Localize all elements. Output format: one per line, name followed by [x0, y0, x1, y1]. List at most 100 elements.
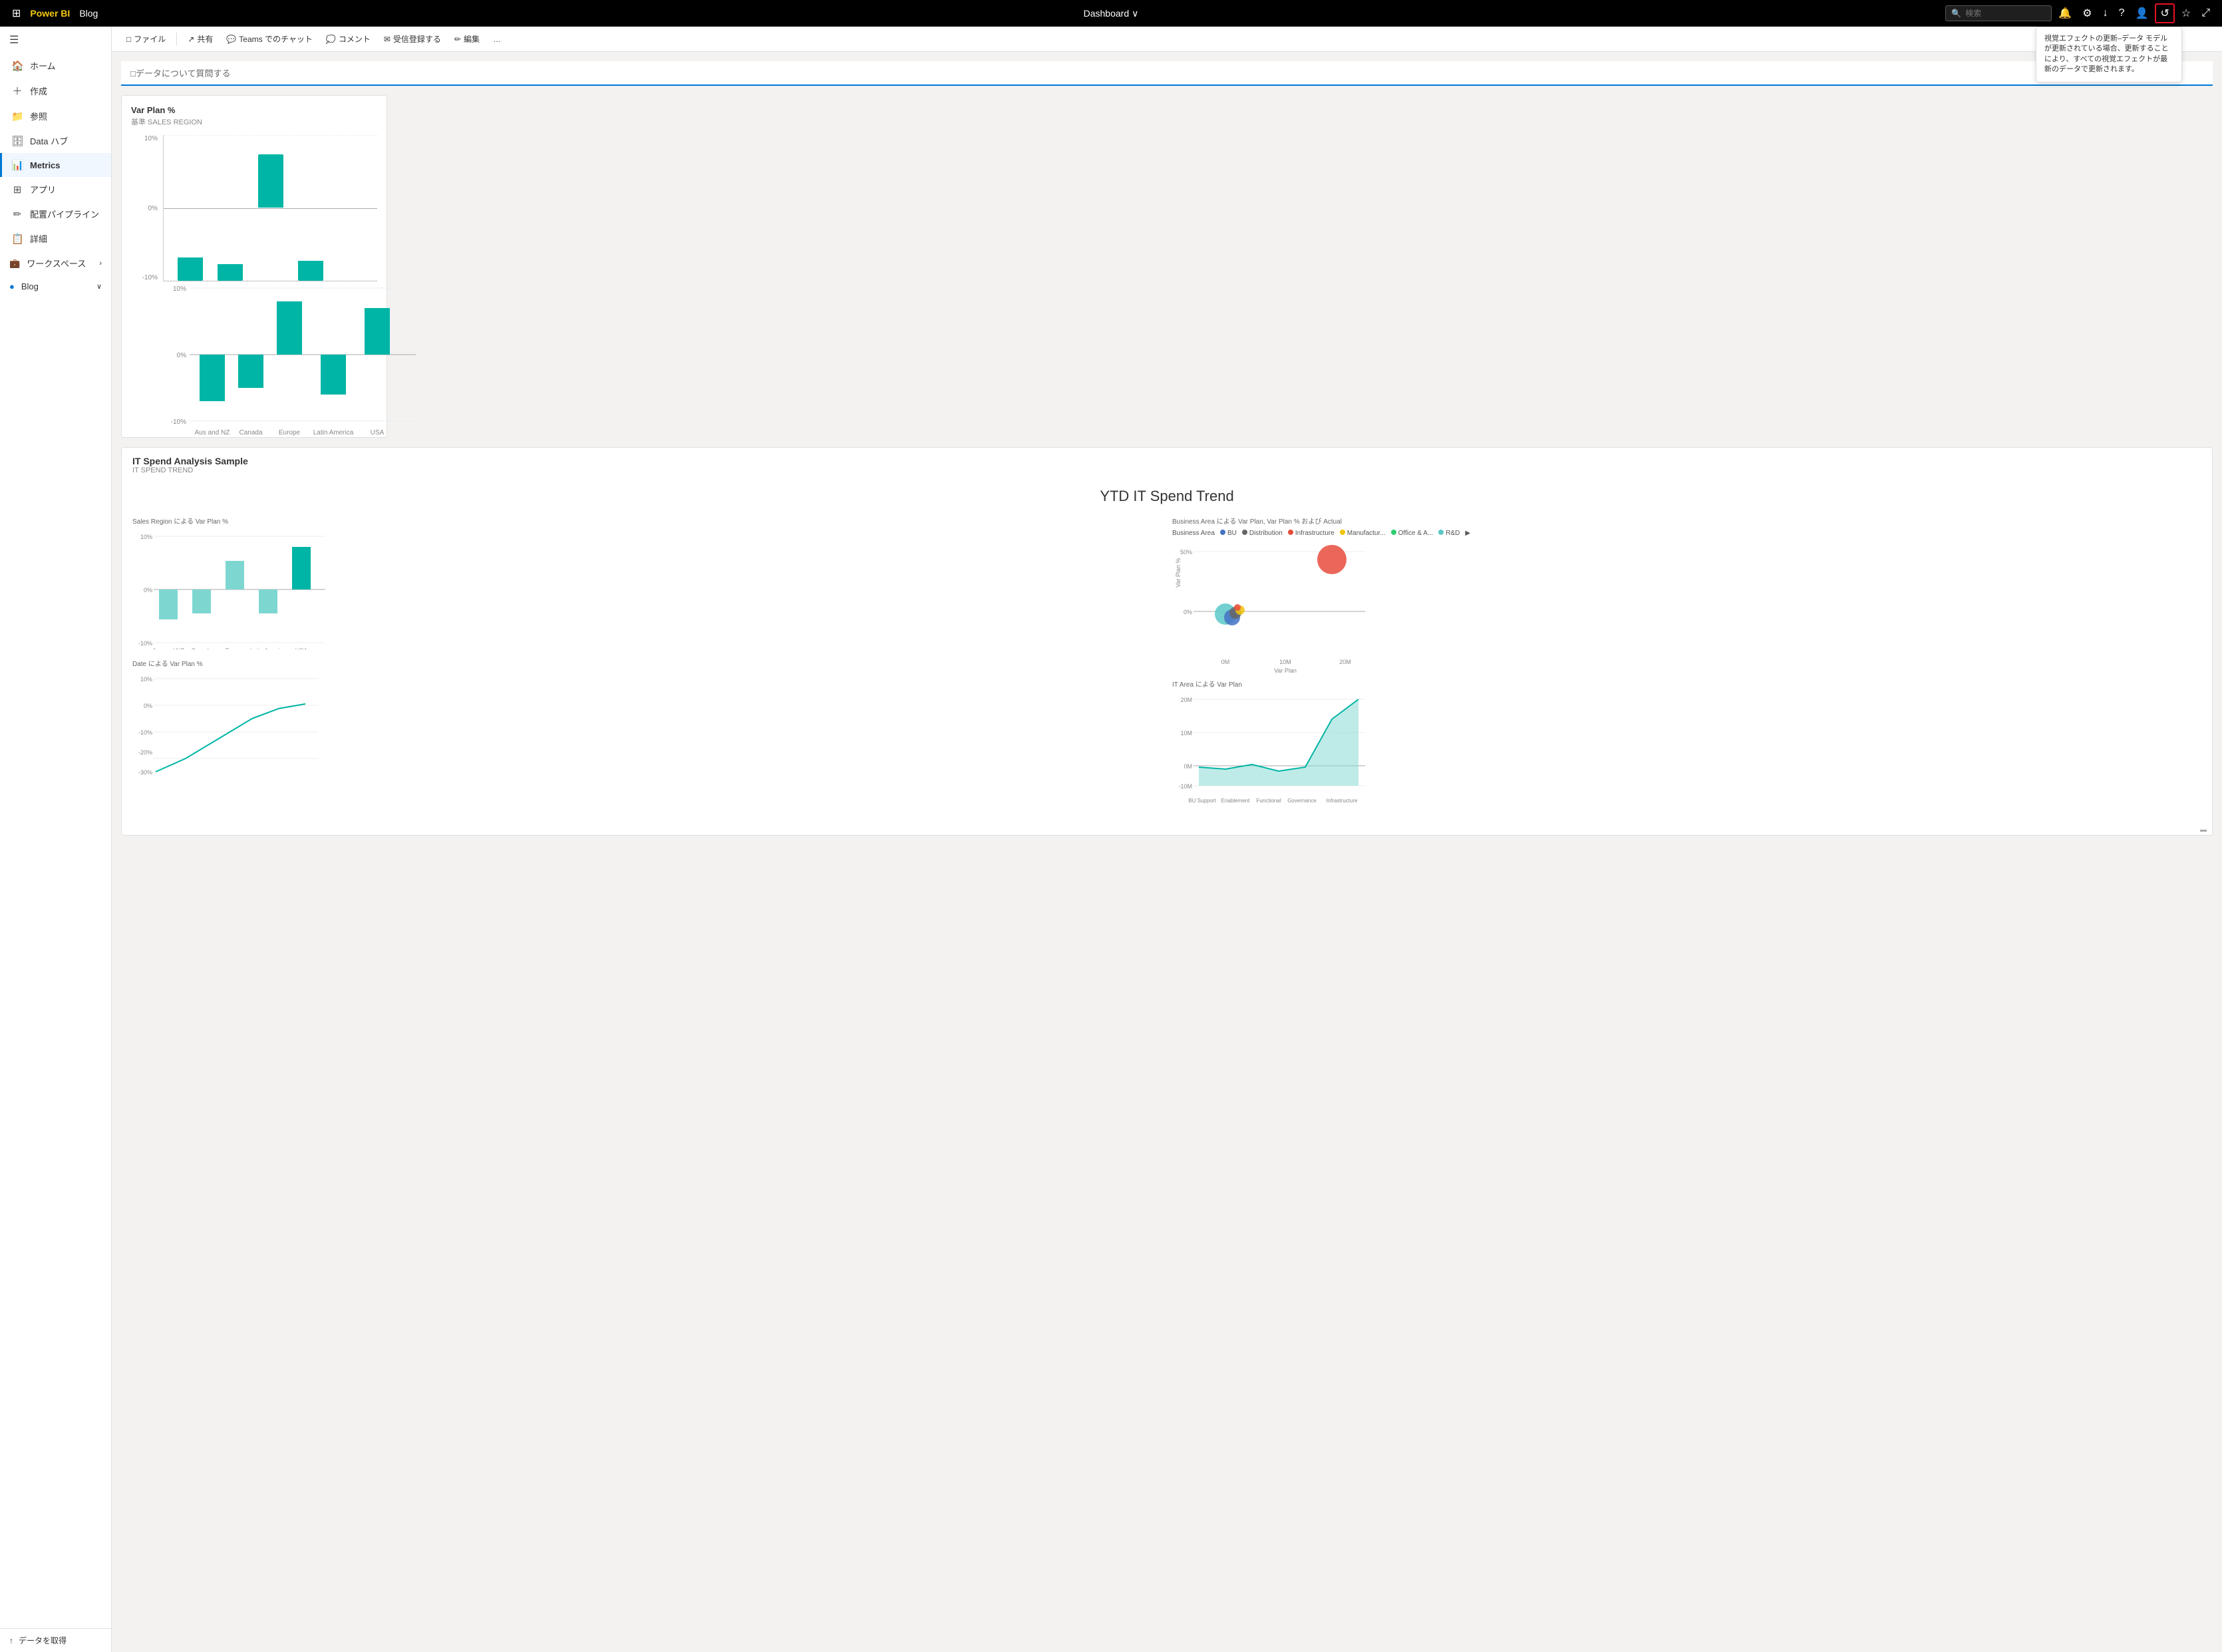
sidebar-item-pipelines[interactable]: ✏ 配置パイプライン — [0, 202, 111, 226]
workspace-left: 💼 ワークスペース — [9, 257, 86, 269]
gridline-top — [164, 135, 377, 136]
refresh-tooltip: 視覚エフェクトの更新–データ モデルが更新されている場合、更新することにより、す… — [2036, 27, 2182, 83]
svg-text:Functional: Functional — [1257, 798, 1281, 804]
sidebar-label-workspace: ワークスペース — [27, 257, 86, 269]
search-box[interactable]: 🔍 — [1945, 5, 2052, 21]
small-bar-svg: 10% 0% -10% — [132, 530, 1162, 649]
var-plan-svg: 10% 0% -10% — [163, 281, 377, 428]
comment-icon: 💭 — [326, 35, 336, 44]
svg-text:10%: 10% — [140, 676, 152, 683]
svg-text:USA: USA — [371, 429, 385, 436]
scatter-title: Business Area による Var Plan, Var Plan % お… — [1172, 516, 2201, 526]
bar-group-latam — [291, 238, 331, 281]
sidebar-label-blog: Blog — [21, 281, 39, 291]
get-data-button[interactable]: ↑ データを取得 — [0, 1629, 111, 1652]
zero-line — [164, 208, 377, 209]
blog-icon: ● — [9, 281, 15, 291]
bar-ausnz — [178, 257, 203, 281]
sidebar-label-metrics: Metrics — [30, 160, 61, 170]
favorite-icon[interactable]: ☆ — [2177, 4, 2195, 23]
area-chart-svg: 20M 10M 0M -10M — [1172, 693, 2201, 812]
svg-text:20M: 20M — [1339, 659, 1351, 665]
workspace-icon: 💼 — [9, 258, 20, 269]
sidebar-item-create[interactable]: ＋ 作成 — [0, 78, 111, 104]
dashboard-title[interactable]: Dashboard ∨ — [1084, 8, 1139, 19]
svg-text:Latin America: Latin America — [250, 647, 287, 649]
report-subtitle: IT SPEND TREND — [132, 466, 2201, 474]
toolbar: □ ファイル ↗ 共有 💬 Teams でのチャット 💭 コメント ✉ 受信登録… — [112, 27, 2222, 52]
share-button[interactable]: ↗ 共有 — [182, 31, 218, 47]
sidebar-item-datahub[interactable]: 🗄 Data ハブ — [0, 128, 111, 153]
browse-icon: 📁 — [11, 110, 23, 122]
svg-text:-10%: -10% — [138, 729, 152, 736]
svg-text:-30%: -30% — [138, 769, 152, 776]
teams-chat-button[interactable]: 💬 Teams でのチャット — [221, 31, 318, 47]
app-logo: ⊞ Power BI Blog — [8, 4, 98, 23]
svg-text:0M: 0M — [1184, 763, 1192, 770]
svg-text:Latin America: Latin America — [313, 429, 354, 436]
blog-chevron: ∨ — [96, 282, 102, 291]
svg-text:BU Support: BU Support — [1188, 798, 1216, 804]
sidebar-item-details[interactable]: 📋 詳細 — [0, 226, 111, 251]
scroll-indicator: ▬ — [2200, 826, 2207, 834]
title-chevron: ∨ — [1132, 8, 1138, 19]
sidebar-item-metrics[interactable]: 📊 Metrics — [0, 153, 111, 177]
y-axis-labels: 10% 0% -10% — [131, 135, 158, 281]
var-plan-card: Var Plan % 基準 SALES REGION 10% 0% -10% — [121, 95, 387, 438]
bar-canada — [218, 264, 243, 281]
sidebar-label-create: 作成 — [30, 84, 47, 97]
fullscreen-icon[interactable]: ⤢ — [2197, 5, 2214, 22]
topbar-actions: 🔍 🔔 ⚙ ↓ ? 👤 ↺ ☆ ⤢ — [1945, 3, 2214, 23]
scrollbar-area[interactable]: ▬ — [122, 825, 2212, 835]
pipelines-icon: ✏ — [11, 208, 23, 220]
apps-icon: ⊞ — [11, 184, 23, 196]
svg-text:-10M: -10M — [1178, 783, 1192, 790]
svg-text:Var Plan %: Var Plan % — [1175, 558, 1182, 587]
help-icon[interactable]: ? — [2115, 5, 2129, 22]
sidebar-item-home[interactable]: 🏠 ホーム — [0, 53, 111, 78]
account-icon[interactable]: 👤 — [2132, 4, 2153, 23]
file-icon: □ — [126, 35, 131, 44]
refresh-button[interactable]: ↺ — [2155, 3, 2174, 23]
edit-button[interactable]: ✏ 編集 — [449, 31, 485, 47]
legend-business-area: Business Area — [1172, 530, 1215, 537]
more-button[interactable]: … — [488, 32, 506, 47]
svg-text:20M: 20M — [1180, 697, 1192, 703]
details-icon: 📋 — [11, 233, 23, 245]
sidebar-item-apps[interactable]: ⊞ アプリ — [0, 177, 111, 202]
svg-text:Var Plan: Var Plan — [1274, 667, 1297, 674]
content-area: □データについて質問する Var Plan % 基準 SALES REGION … — [112, 52, 2222, 1652]
subscribe-button[interactable]: ✉ 受信登録する — [379, 31, 446, 47]
svg-text:Europe: Europe — [279, 429, 301, 436]
toolbar-sep-1 — [176, 33, 177, 46]
scatter-svg: 50% 0% Var Plan % — [1172, 541, 2201, 674]
svg-text:Aus and NZ: Aus and NZ — [195, 429, 230, 436]
download-icon[interactable]: ↓ — [2099, 5, 2112, 22]
sidebar-toggle[interactable]: ☰ — [0, 27, 111, 53]
sidebar: ☰ 🏠 ホーム ＋ 作成 📁 参照 🗄 Data ハブ 📊 Metrics ⊞ … — [0, 27, 112, 1652]
search-icon: 🔍 — [1951, 9, 1961, 18]
app-grid-icon[interactable]: ⊞ — [8, 4, 25, 23]
svg-text:Canada: Canada — [239, 429, 262, 436]
report-header: IT Spend Analysis Sample IT SPEND TREND — [122, 448, 2212, 477]
svg-text:Canada: Canada — [191, 647, 212, 649]
sidebar-label-datahub: Data ハブ — [30, 134, 68, 147]
file-button[interactable]: □ ファイル — [121, 31, 171, 47]
sidebar-label-pipelines: 配置パイプライン — [30, 208, 99, 220]
right-chart-col: Business Area による Var Plan, Var Plan % お… — [1172, 516, 2201, 814]
share-icon: ↗ — [188, 35, 194, 44]
search-input[interactable] — [1965, 9, 2045, 18]
settings-icon[interactable]: ⚙ — [2078, 4, 2096, 23]
svg-text:Infrastructure: Infrastructure — [1326, 798, 1358, 804]
sidebar-section-blog[interactable]: ● Blog ∨ — [0, 275, 111, 297]
qa-bar[interactable]: □データについて質問する — [121, 61, 2213, 86]
sidebar-section-workspace[interactable]: 💼 ワークスペース › — [0, 251, 111, 275]
notifications-icon[interactable]: 🔔 — [2054, 4, 2076, 23]
svg-text:USA: USA — [295, 647, 308, 649]
svg-text:10%: 10% — [173, 285, 186, 293]
teams-icon: 💬 — [226, 35, 236, 44]
sidebar-item-browse[interactable]: 📁 参照 — [0, 104, 111, 128]
comment-button[interactable]: 💭 コメント — [321, 31, 376, 47]
line-chart-svg: 10% 0% -10% -20% -30% — [132, 672, 1162, 778]
svg-text:-10%: -10% — [171, 418, 186, 426]
